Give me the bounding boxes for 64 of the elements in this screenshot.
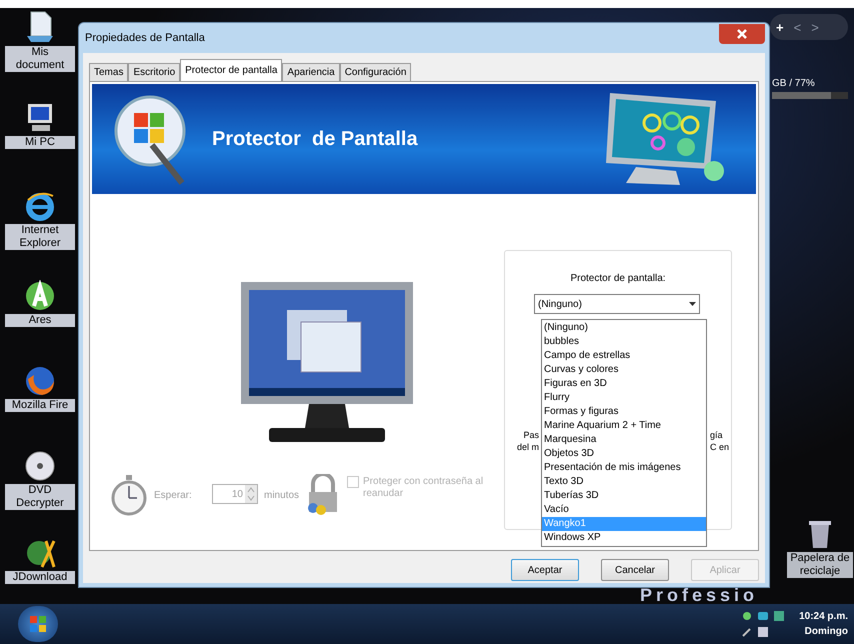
- dropdown-option[interactable]: Figuras en 3D: [542, 377, 706, 391]
- dropdown-option[interactable]: Texto 3D: [542, 475, 706, 489]
- folder-icon: [25, 10, 55, 44]
- banner-title: Protector de Pantalla: [212, 127, 419, 152]
- dropdown-option[interactable]: Windows XP: [542, 531, 706, 545]
- dropdown-option[interactable]: bubbles: [542, 335, 706, 349]
- disk-usage-reading: GB / 77%: [772, 77, 815, 91]
- dropdown-option[interactable]: Marquesina: [542, 433, 706, 447]
- desktop-icon-label[interactable]: Internet Explorer: [5, 224, 75, 250]
- dropdown-option[interactable]: Presentación de mis imágenes: [542, 461, 706, 475]
- desktop-icon-label[interactable]: Ares: [5, 314, 75, 327]
- gadget-button[interactable]: <: [794, 20, 802, 34]
- desktop-icon-label[interactable]: Papelera de reciclaje: [787, 552, 853, 578]
- desktop-icon-label[interactable]: Mi PC: [5, 136, 75, 149]
- screensaver-dropdown[interactable]: (Ninguno): [534, 294, 700, 314]
- dialog-button[interactable]: Aceptar: [511, 559, 579, 581]
- desktop-icon-label[interactable]: Mis document: [5, 46, 75, 72]
- dropdown-option[interactable]: Objetos 3D: [542, 447, 706, 461]
- firefox-logo-icon: [24, 365, 56, 397]
- clock-time[interactable]: 10:24 p.m.: [799, 609, 848, 624]
- clock-day: Domingo: [804, 624, 848, 639]
- start-button[interactable]: [18, 606, 58, 642]
- group-label: Protector de pantalla:: [570, 272, 666, 286]
- dropdown-option[interactable]: Tuberías 3D: [542, 489, 706, 503]
- tab[interactable]: Protector de pantalla: [180, 59, 282, 81]
- dropdown-option[interactable]: Marine Aquarium 2 + Time: [542, 419, 706, 433]
- wrench-tray-icon[interactable]: [741, 626, 754, 638]
- tab[interactable]: Escritorio: [128, 63, 180, 81]
- wait-label: Esperar:: [154, 489, 193, 503]
- gadget-button[interactable]: +: [776, 20, 784, 34]
- screen-tray-icon[interactable]: [757, 626, 770, 638]
- close-icon: [737, 29, 747, 39]
- wallpaper-text: Professio: [640, 586, 758, 604]
- dropdown-option[interactable]: Vacío: [542, 503, 706, 517]
- gadget-button[interactable]: >: [811, 20, 819, 34]
- dropdown-option[interactable]: Flurry: [542, 391, 706, 405]
- description-text: Pas del m: [516, 429, 539, 453]
- tab[interactable]: Configuración: [340, 63, 412, 81]
- minutes-label: minutos: [264, 489, 300, 503]
- chat-tray-icon[interactable]: [757, 610, 770, 622]
- recycle-bin-icon: [808, 520, 832, 550]
- dropdown-option[interactable]: Campo de estrellas: [542, 349, 706, 363]
- dropdown-option[interactable]: Formas y figuras: [542, 405, 706, 419]
- dropdown-caret-icon: [689, 302, 696, 306]
- tab[interactable]: Temas: [89, 63, 128, 81]
- tab[interactable]: Apariencia: [282, 63, 340, 81]
- description-text: gía C en: [710, 429, 730, 453]
- desktop-icon-label[interactable]: Mozilla Fire: [5, 399, 75, 412]
- window-title: Propiedades de Pantalla: [85, 30, 206, 46]
- spinner-arrows-icon: [245, 485, 257, 503]
- password-label: Proteger con contraseña al reanudar: [363, 476, 484, 500]
- windows-logo-icon: [29, 615, 47, 633]
- window-tray-icon[interactable]: [773, 610, 786, 622]
- network-tray-icon[interactable]: [741, 610, 754, 622]
- desktop-icon-label[interactable]: JDownload: [5, 571, 75, 584]
- close-button[interactable]: [719, 24, 765, 44]
- desktop-icon-label[interactable]: DVD Decrypter: [5, 484, 75, 510]
- ares-logo-icon: [24, 280, 56, 312]
- disc-icon: [24, 450, 56, 482]
- dropdown-option[interactable]: Curvas y colores: [542, 363, 706, 377]
- stopwatch-icon: [110, 474, 148, 516]
- dialog-button[interactable]: Cancelar: [601, 559, 669, 581]
- e-logo-icon: [24, 190, 56, 222]
- dropdown-option[interactable]: (Ninguno): [542, 321, 706, 335]
